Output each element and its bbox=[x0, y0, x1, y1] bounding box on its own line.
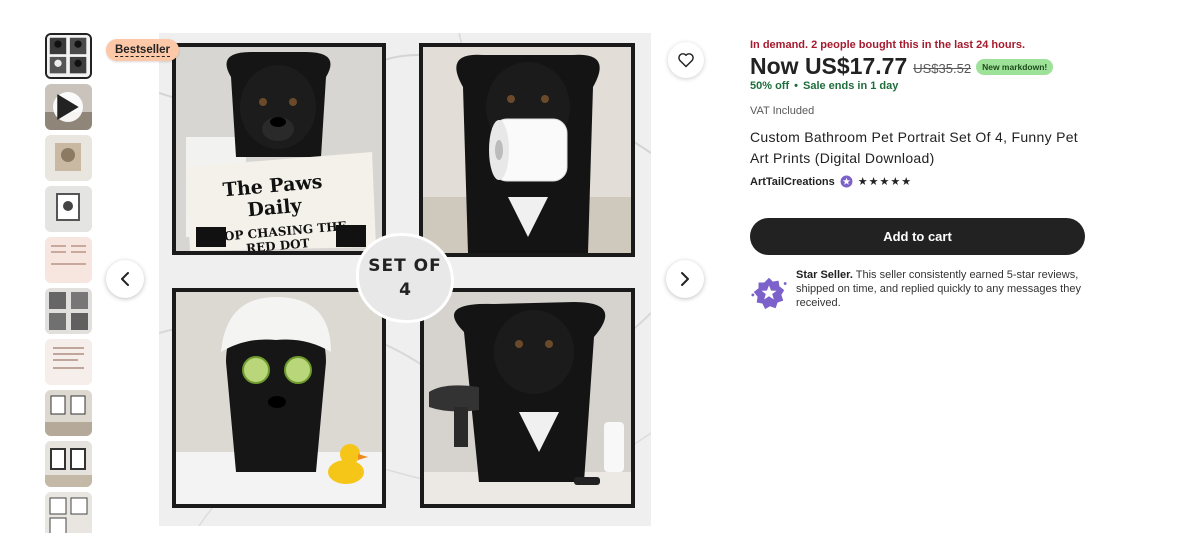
star-seller-badge-icon bbox=[840, 175, 853, 188]
shop-row: ArtTailCreations ★★★★★ bbox=[750, 175, 912, 189]
thumbnail-6[interactable] bbox=[45, 288, 92, 334]
portrait-toilet-paper bbox=[419, 43, 635, 257]
set-of-4-label: SET OF 4 bbox=[359, 236, 451, 320]
heart-icon bbox=[678, 53, 694, 68]
thumbnail-video[interactable] bbox=[45, 84, 92, 130]
previous-image-button[interactable] bbox=[106, 260, 144, 298]
star-seller-info: Star Seller. This seller consistently ea… bbox=[750, 268, 1090, 312]
thumbnail-4[interactable] bbox=[45, 186, 92, 232]
favorite-button[interactable] bbox=[668, 42, 704, 78]
thumbnail-10[interactable] bbox=[45, 492, 92, 533]
thumbnail-7[interactable] bbox=[45, 339, 92, 385]
markdown-badge: New markdown! bbox=[976, 58, 1054, 75]
thumbnail-strip bbox=[45, 33, 93, 533]
separator-dot: • bbox=[794, 80, 798, 92]
listing-title: Custom Bathroom Pet Portrait Set Of 4, F… bbox=[750, 129, 1078, 166]
rating-stars[interactable]: ★★★★★ bbox=[858, 175, 912, 188]
thumbnail-1[interactable] bbox=[45, 33, 92, 79]
newspaper: The Paws Daily STOP CHASING THE RED DOT bbox=[197, 169, 353, 251]
set-label-line2: 4 bbox=[399, 280, 411, 300]
bestseller-label: Bestseller bbox=[115, 44, 170, 57]
set-label-line1: SET OF bbox=[368, 256, 442, 276]
portrait-hair-dryer bbox=[420, 288, 635, 508]
thumbnail-8[interactable] bbox=[45, 390, 92, 436]
demand-notice: In demand. 2 people bought this in the l… bbox=[750, 39, 1026, 51]
thumbnail-5[interactable] bbox=[45, 237, 92, 283]
portrait-spa bbox=[172, 288, 386, 508]
next-image-button[interactable] bbox=[666, 260, 704, 298]
price-row: Now US$17.77 US$35.52 New markdown! bbox=[750, 53, 1054, 80]
discount-text: 50% off bbox=[750, 80, 790, 92]
bestseller-badge: Bestseller bbox=[106, 39, 179, 61]
shop-name-link[interactable]: ArtTailCreations bbox=[750, 176, 835, 188]
star-seller-description: Star Seller. This seller consistently ea… bbox=[796, 268, 1090, 312]
vat-notice: VAT Included bbox=[750, 105, 815, 117]
add-to-cart-button[interactable]: Add to cart bbox=[750, 218, 1085, 255]
sale-info: 50% off • Sale ends in 1 day bbox=[750, 80, 898, 92]
original-price: US$35.52 bbox=[913, 61, 972, 76]
play-icon bbox=[53, 92, 83, 122]
chevron-right-icon bbox=[681, 272, 689, 286]
main-product-image[interactable]: The Paws Daily STOP CHASING THE RED DOT bbox=[159, 33, 651, 526]
chevron-left-icon bbox=[121, 272, 129, 286]
current-price: Now US$17.77 bbox=[750, 53, 908, 79]
sale-ends-text: Sale ends in 1 day bbox=[802, 80, 899, 92]
thumbnail-9[interactable] bbox=[45, 441, 92, 487]
star-seller-icon bbox=[751, 277, 787, 310]
thumbnail-3[interactable] bbox=[45, 135, 92, 181]
portrait-newspaper: The Paws Daily STOP CHASING THE RED DOT bbox=[172, 43, 386, 255]
star-seller-label: Star Seller. bbox=[796, 269, 853, 281]
